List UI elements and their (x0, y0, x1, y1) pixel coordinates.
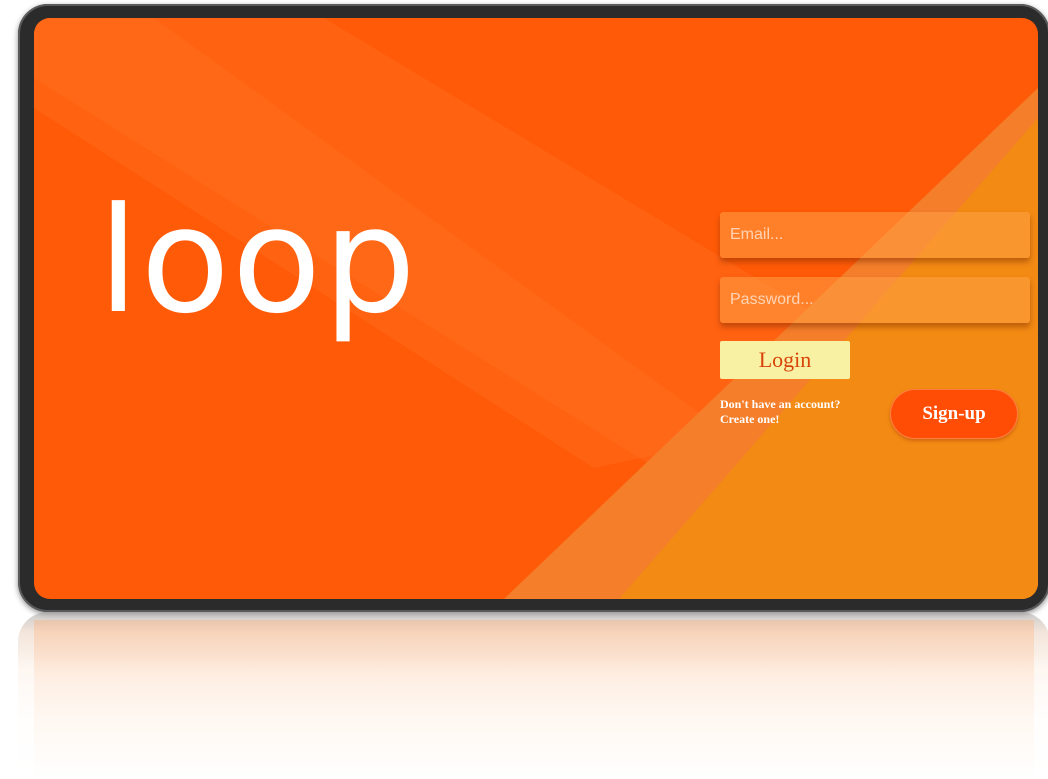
device-reflection (18, 612, 1048, 779)
create-account-line: Create one! (720, 412, 780, 426)
email-input[interactable] (720, 212, 1030, 258)
stage: loop Login Don't have an account? Create… (0, 0, 1048, 779)
login-button[interactable]: Login (720, 341, 850, 379)
login-form: Login Don't have an account? Create one!… (34, 18, 1038, 599)
password-input[interactable] (720, 277, 1030, 323)
no-account-text: Don't have an account? Create one! (720, 397, 840, 427)
signup-button[interactable]: Sign-up (890, 389, 1018, 439)
no-account-line-1: Don't have an account? (720, 397, 841, 411)
